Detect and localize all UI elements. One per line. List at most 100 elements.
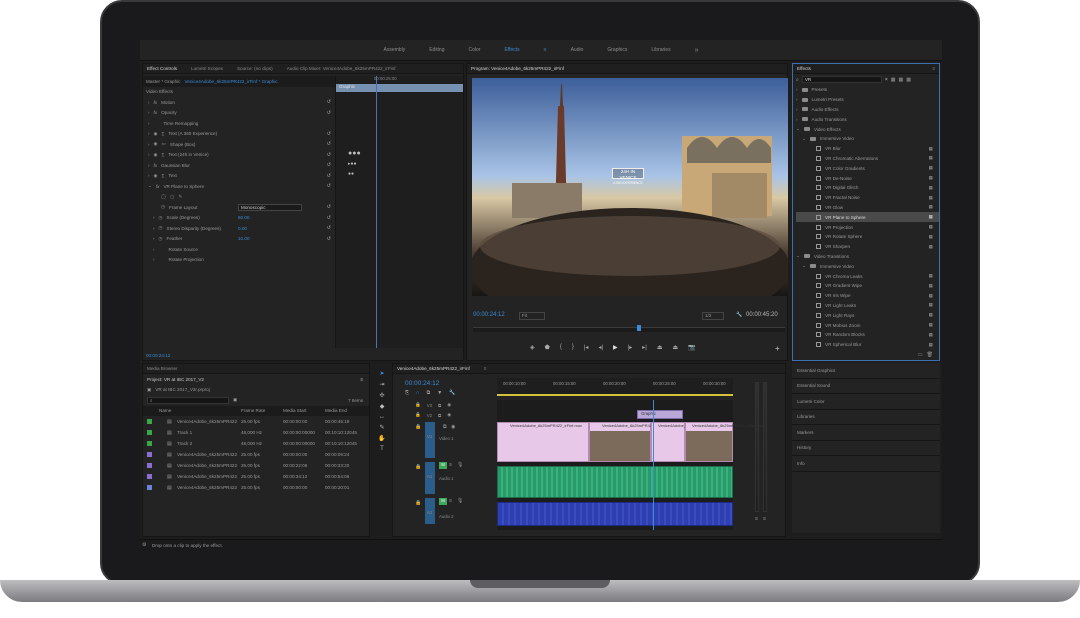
video-clip[interactable]: Venice4Adobe_6k25mPR422_irFinf.mov bbox=[589, 422, 674, 462]
panel-lumetri-color[interactable]: Lumetri Color bbox=[792, 394, 940, 410]
workspace-tab-libraries[interactable]: Libraries bbox=[651, 47, 670, 53]
voice-over-icon[interactable]: 🎙 bbox=[457, 462, 463, 468]
effect-row-gaussian-blur[interactable]: › fx Gaussian Blur ↺ bbox=[143, 160, 335, 171]
effect-item[interactable]: VR Digital Glitch ▦ bbox=[796, 183, 939, 193]
tree-folder-immersive-video[interactable]: ⌄ Immersive Video bbox=[796, 134, 939, 144]
ripple-edit-tool-icon[interactable]: ✣ bbox=[379, 392, 384, 399]
linked-selection-icon[interactable]: ⧉ bbox=[427, 390, 431, 396]
step-back-icon[interactable]: ◂| bbox=[598, 344, 603, 351]
param-value[interactable]: 60.00 bbox=[238, 215, 250, 220]
audio-clip-a2[interactable] bbox=[497, 502, 733, 526]
tab-media-browser[interactable]: Media Browser bbox=[147, 366, 178, 371]
workspace-tab-graphics[interactable]: Graphics bbox=[607, 47, 627, 53]
workspace-menu-icon[interactable]: ≡ bbox=[544, 47, 547, 53]
workspace-tab-editing[interactable]: Editing bbox=[429, 47, 444, 53]
effect-item[interactable]: VR Chromatic Aberrations ▦ bbox=[796, 154, 939, 164]
effect-item[interactable]: VR Fractal Noise ▦ bbox=[796, 193, 939, 203]
effect-item[interactable]: VR De-Noise ▦ bbox=[796, 173, 939, 183]
keyframe-icon[interactable]: ●●● bbox=[348, 150, 361, 157]
eye-icon[interactable]: ◉ bbox=[447, 402, 451, 408]
effect-item[interactable]: VR Light Rays ▦ bbox=[796, 310, 939, 320]
reset-icon[interactable]: ↺ bbox=[327, 99, 331, 105]
meter-solo-right[interactable]: S bbox=[763, 516, 766, 521]
workspace-tab-assembly[interactable]: Assembly bbox=[384, 47, 406, 53]
razor-tool-icon[interactable]: ◆ bbox=[380, 403, 385, 410]
ellipse-mask-icon[interactable]: ◯ bbox=[161, 194, 166, 200]
reset-icon[interactable]: ↺ bbox=[327, 110, 331, 116]
eye-icon[interactable]: ◉ bbox=[451, 424, 455, 430]
delete-icon[interactable]: 🗑 bbox=[927, 352, 933, 358]
solo-button[interactable]: S bbox=[449, 498, 452, 503]
label-color-swatch[interactable] bbox=[147, 419, 152, 424]
timeline-settings-icon[interactable]: 🔧 bbox=[449, 390, 455, 396]
solo-button[interactable]: S bbox=[449, 462, 452, 467]
reset-icon[interactable]: ↺ bbox=[327, 152, 331, 158]
selection-tool-icon[interactable]: ➤ bbox=[379, 370, 384, 377]
program-timecode[interactable]: 00:00:24:12 bbox=[473, 312, 505, 318]
column-name[interactable]: Name bbox=[159, 408, 171, 413]
param-rotate-projection[interactable]: › Rotate Projection bbox=[143, 255, 335, 266]
accelerated-filter-icon[interactable]: ▦ bbox=[891, 77, 896, 83]
project-item-row[interactable]: ▤ Venice4Adobe_6k25mPR422 25.00 fps 00:00:3… bbox=[143, 471, 369, 482]
tab-sequence[interactable]: Venice4Adobe_6k25mPR422_irFinf bbox=[397, 366, 470, 371]
snap-icon[interactable]: ∩ bbox=[416, 390, 420, 396]
reset-icon[interactable]: ↺ bbox=[327, 141, 331, 147]
new-bin-icon[interactable]: ▣ bbox=[233, 397, 237, 403]
work-area-bar[interactable] bbox=[497, 394, 733, 396]
graphic-clip[interactable]: Graphic bbox=[637, 410, 683, 419]
tab-lumetri-scopes[interactable]: Lumetri Scopes bbox=[191, 66, 223, 71]
effect-row-text[interactable]: › ◉ T̲ Text ↺ bbox=[143, 171, 335, 182]
add-button-icon[interactable]: + bbox=[775, 344, 780, 353]
more-workspaces-icon[interactable]: » bbox=[695, 47, 699, 54]
label-color-swatch[interactable] bbox=[147, 485, 152, 490]
graphic-clip-bar[interactable]: Graphic bbox=[336, 84, 463, 92]
step-forward-icon[interactable]: |▸ bbox=[628, 344, 633, 351]
column-frame-rate[interactable]: Frame Rate bbox=[241, 408, 265, 413]
lock-icon[interactable]: 🔒 bbox=[415, 464, 421, 470]
effect-item[interactable]: VR Rotate Sphere ▦ bbox=[796, 232, 939, 242]
tab-audio-clip-mixer[interactable]: Audio Clip Mixer: Venice4Adobe_6k25mPR42… bbox=[287, 66, 396, 71]
go-to-out-icon[interactable]: ▸| bbox=[642, 344, 647, 351]
effect-item[interactable]: VR Iris Wipe ▦ bbox=[796, 291, 939, 301]
timeline-playhead[interactable] bbox=[653, 400, 654, 530]
panel-menu-icon[interactable]: ≡ bbox=[932, 66, 935, 71]
effect-item[interactable]: VR Sharpen ▦ bbox=[796, 242, 939, 252]
effect-row-motion[interactable]: › fx Motion ↺ bbox=[143, 97, 335, 108]
lock-icon[interactable]: 🔒 bbox=[415, 424, 421, 430]
video-clip[interactable]: Venice4Adobe_6k25mPR422_irFinf.mov bbox=[651, 422, 730, 462]
resolution-dropdown[interactable]: 1/2 bbox=[702, 312, 724, 320]
timeline-ruler[interactable]: 00:00:10:00 00:00:15:00 00:00:20:00 00:0… bbox=[497, 378, 733, 396]
keyframe-icon[interactable]: ●● bbox=[348, 171, 354, 177]
lift-icon[interactable]: ⏏ bbox=[657, 344, 663, 351]
eye-icon[interactable]: ◉ bbox=[447, 412, 451, 418]
tree-folder-video-transitions[interactable]: ⌄ Video Transitions bbox=[796, 252, 939, 262]
source-patch-v1[interactable] bbox=[425, 422, 435, 458]
effect-row-text-24h[interactable]: › ◉ T̲ Text (24h in Venice) ↺ bbox=[143, 150, 335, 161]
tab-program[interactable]: Program: Venice4Adobe_6k25mPR422_irFinf bbox=[471, 66, 564, 71]
reset-icon[interactable]: ↺ bbox=[327, 225, 331, 231]
add-marker-icon[interactable]: ⬟ bbox=[545, 344, 550, 351]
column-media-start[interactable]: Media Start bbox=[283, 408, 307, 413]
extract-icon[interactable]: ⏏ bbox=[672, 344, 678, 351]
clip-label[interactable]: Venice4Adobe_6k25mPR422_irFinf * Graphic bbox=[184, 79, 277, 84]
effect-row-opacity[interactable]: › fx Opacity ↺ bbox=[143, 108, 335, 119]
timeline-tracks[interactable]: Graphic Venice4Adobe_6k25mPR422_irFinf.m… bbox=[497, 400, 764, 530]
master-label[interactable]: Master * Graphic bbox=[146, 79, 180, 84]
go-to-in-icon[interactable]: |◂ bbox=[584, 344, 589, 351]
effect-item[interactable]: VR Glow ▦ bbox=[796, 203, 939, 213]
lock-icon[interactable]: 🔒 bbox=[415, 402, 421, 408]
ec-timecode[interactable]: 00:00:24:12 bbox=[146, 353, 170, 358]
label-color-swatch[interactable] bbox=[147, 430, 152, 435]
frame-layout-select[interactable]: Monoscopic bbox=[238, 203, 302, 211]
effect-item[interactable]: VR Spherical Blur ▦ bbox=[796, 340, 939, 350]
video-clip[interactable]: Venice4Adobe_6k25mPR422_irFinf.mov bbox=[685, 422, 764, 462]
nest-icon[interactable]: ⎘ bbox=[405, 390, 409, 396]
panel-info[interactable]: Info bbox=[792, 456, 940, 472]
panel-essential-sound[interactable]: Essential Sound bbox=[792, 379, 940, 394]
tree-folder-audio-transitions[interactable]: › Audio Transitions bbox=[796, 114, 939, 124]
effect-item[interactable]: VR Projection ▦ bbox=[796, 222, 939, 232]
param-value[interactable]: 0.00 bbox=[238, 226, 247, 231]
new-bin-icon[interactable]: ▭ bbox=[918, 352, 923, 358]
param-rotate-source[interactable]: › Rotate Source bbox=[143, 244, 335, 255]
program-playhead[interactable] bbox=[637, 325, 641, 331]
